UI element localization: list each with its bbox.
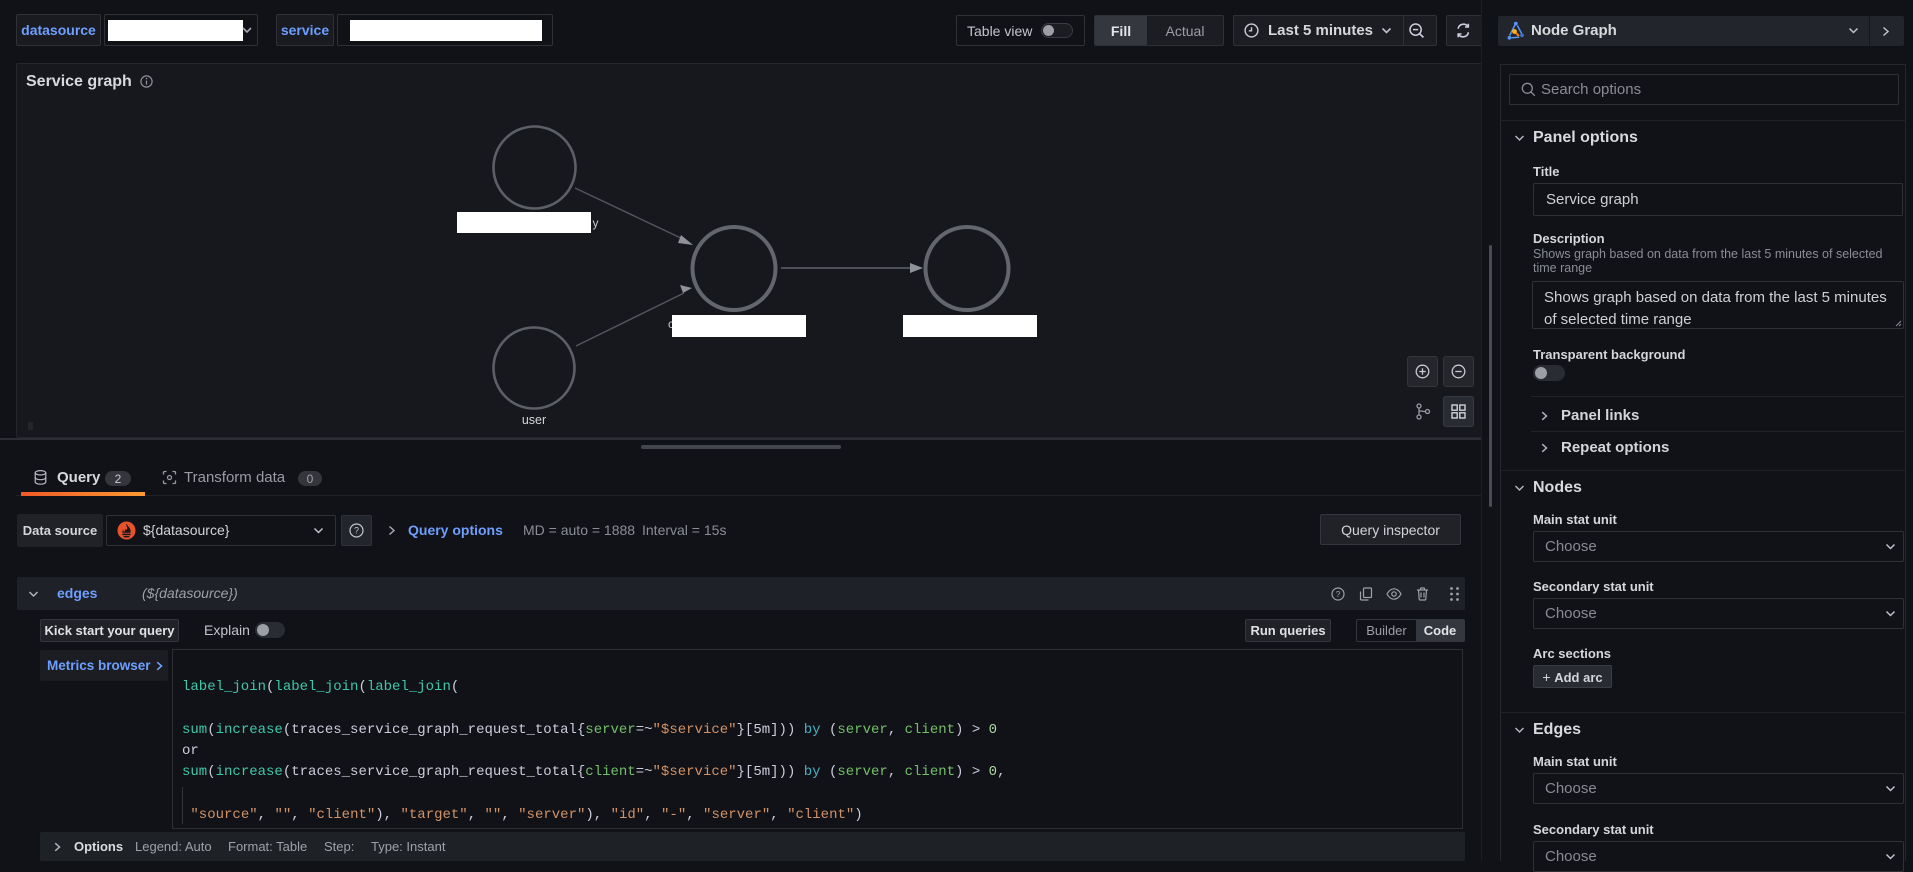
- svg-text:?: ?: [1336, 589, 1341, 599]
- svg-text:?: ?: [354, 526, 359, 536]
- svg-text:user: user: [522, 413, 546, 427]
- svg-text:y: y: [593, 216, 599, 230]
